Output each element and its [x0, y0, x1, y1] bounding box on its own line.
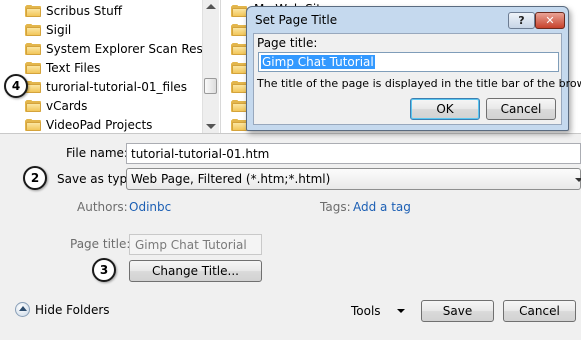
- change-title-button[interactable]: Change Title...: [129, 260, 262, 282]
- folder-label: vCards: [46, 98, 88, 113]
- folder-icon: [231, 118, 247, 131]
- tools-menu[interactable]: Tools: [351, 304, 381, 318]
- folder-item[interactable]: VideoPad Projects: [0, 115, 202, 134]
- dialog-body: Page title: Gimp Chat Tutorial The title…: [253, 33, 581, 125]
- navigation-pane: Scribus Stuff Sigil System Explorer Scan…: [0, 0, 202, 134]
- authors-label: Authors:: [77, 200, 128, 214]
- folder-icon: [231, 42, 247, 55]
- folder-label: Text Files: [46, 60, 101, 75]
- ok-button[interactable]: OK: [410, 98, 480, 120]
- page-title-input[interactable]: Gimp Chat Tutorial: [258, 52, 559, 72]
- folder-icon: [25, 99, 41, 112]
- add-tag-link[interactable]: Add a tag: [353, 200, 411, 214]
- callout-3: 3: [92, 258, 116, 282]
- folder-label: System Explorer Scan Results_: [46, 41, 202, 56]
- folder-label: turorial-tutorial-01_files: [46, 79, 188, 94]
- divider: [0, 133, 581, 134]
- hide-folders-link[interactable]: Hide Folders: [35, 303, 110, 317]
- callout-2: 2: [23, 166, 47, 190]
- folder-icon: [231, 23, 247, 36]
- dialog-description: The title of the page is displayed in th…: [257, 77, 581, 90]
- dialog-title: Set Page Title: [255, 13, 338, 27]
- folder-item[interactable]: turorial-tutorial-01_files: [0, 77, 202, 96]
- folder-item[interactable]: Scribus Stuff: [0, 1, 202, 20]
- save-button[interactable]: Save: [421, 300, 494, 322]
- scroll-up-arrow-icon[interactable]: [206, 4, 216, 9]
- cancel-button[interactable]: Cancel: [503, 300, 576, 322]
- folder-item[interactable]: Sigil: [0, 20, 202, 39]
- dialog-cancel-button[interactable]: Cancel: [486, 98, 556, 120]
- chevron-down-icon[interactable]: [397, 309, 405, 313]
- folder-item[interactable]: vCards: [0, 96, 202, 115]
- page-title-field-label: Page title:: [257, 36, 318, 50]
- set-page-title-dialog: Set Page Title ? ✕ Page title: Gimp Chat…: [246, 6, 581, 131]
- folder-icon: [25, 118, 41, 131]
- scroll-down-arrow-icon[interactable]: [206, 124, 216, 129]
- scrollbar-thumb[interactable]: [204, 78, 217, 94]
- navigation-scrollbar[interactable]: [202, 0, 219, 134]
- tags-label: Tags:: [320, 200, 351, 214]
- folder-item[interactable]: System Explorer Scan Results_: [0, 39, 202, 58]
- folder-item[interactable]: Text Files: [0, 58, 202, 77]
- save-as-type-value: Web Page, Filtered (*.htm;*.html): [131, 172, 331, 186]
- folder-icon: [25, 23, 41, 36]
- page-title-label: Page title:: [70, 237, 131, 251]
- page-title-display: Gimp Chat Tutorial: [129, 234, 262, 255]
- folder-icon: [231, 80, 247, 93]
- save-as-type-select[interactable]: Web Page, Filtered (*.htm;*.html): [126, 168, 581, 190]
- folder-icon: [25, 42, 41, 55]
- chevron-down-icon[interactable]: [575, 178, 581, 182]
- file-name-input[interactable]: tutorial-tutorial-01.htm: [126, 143, 581, 164]
- folder-icon: [231, 61, 247, 74]
- file-name-label: File name:: [66, 146, 128, 160]
- folder-label: Scribus Stuff: [46, 3, 122, 18]
- folder-label: Sigil: [46, 22, 72, 37]
- chevron-up-icon[interactable]: [15, 302, 30, 317]
- folder-icon: [25, 61, 41, 74]
- folder-icon: [231, 99, 247, 112]
- folder-icon: [25, 4, 41, 17]
- callout-4: 4: [4, 74, 28, 98]
- folder-icon: [231, 4, 247, 17]
- page-title-input-value: Gimp Chat Tutorial: [261, 55, 375, 69]
- folder-label: VideoPad Projects: [46, 117, 153, 132]
- close-icon[interactable]: ✕: [535, 12, 565, 29]
- help-icon[interactable]: ?: [508, 12, 535, 29]
- authors-link[interactable]: Odinbc: [129, 200, 171, 214]
